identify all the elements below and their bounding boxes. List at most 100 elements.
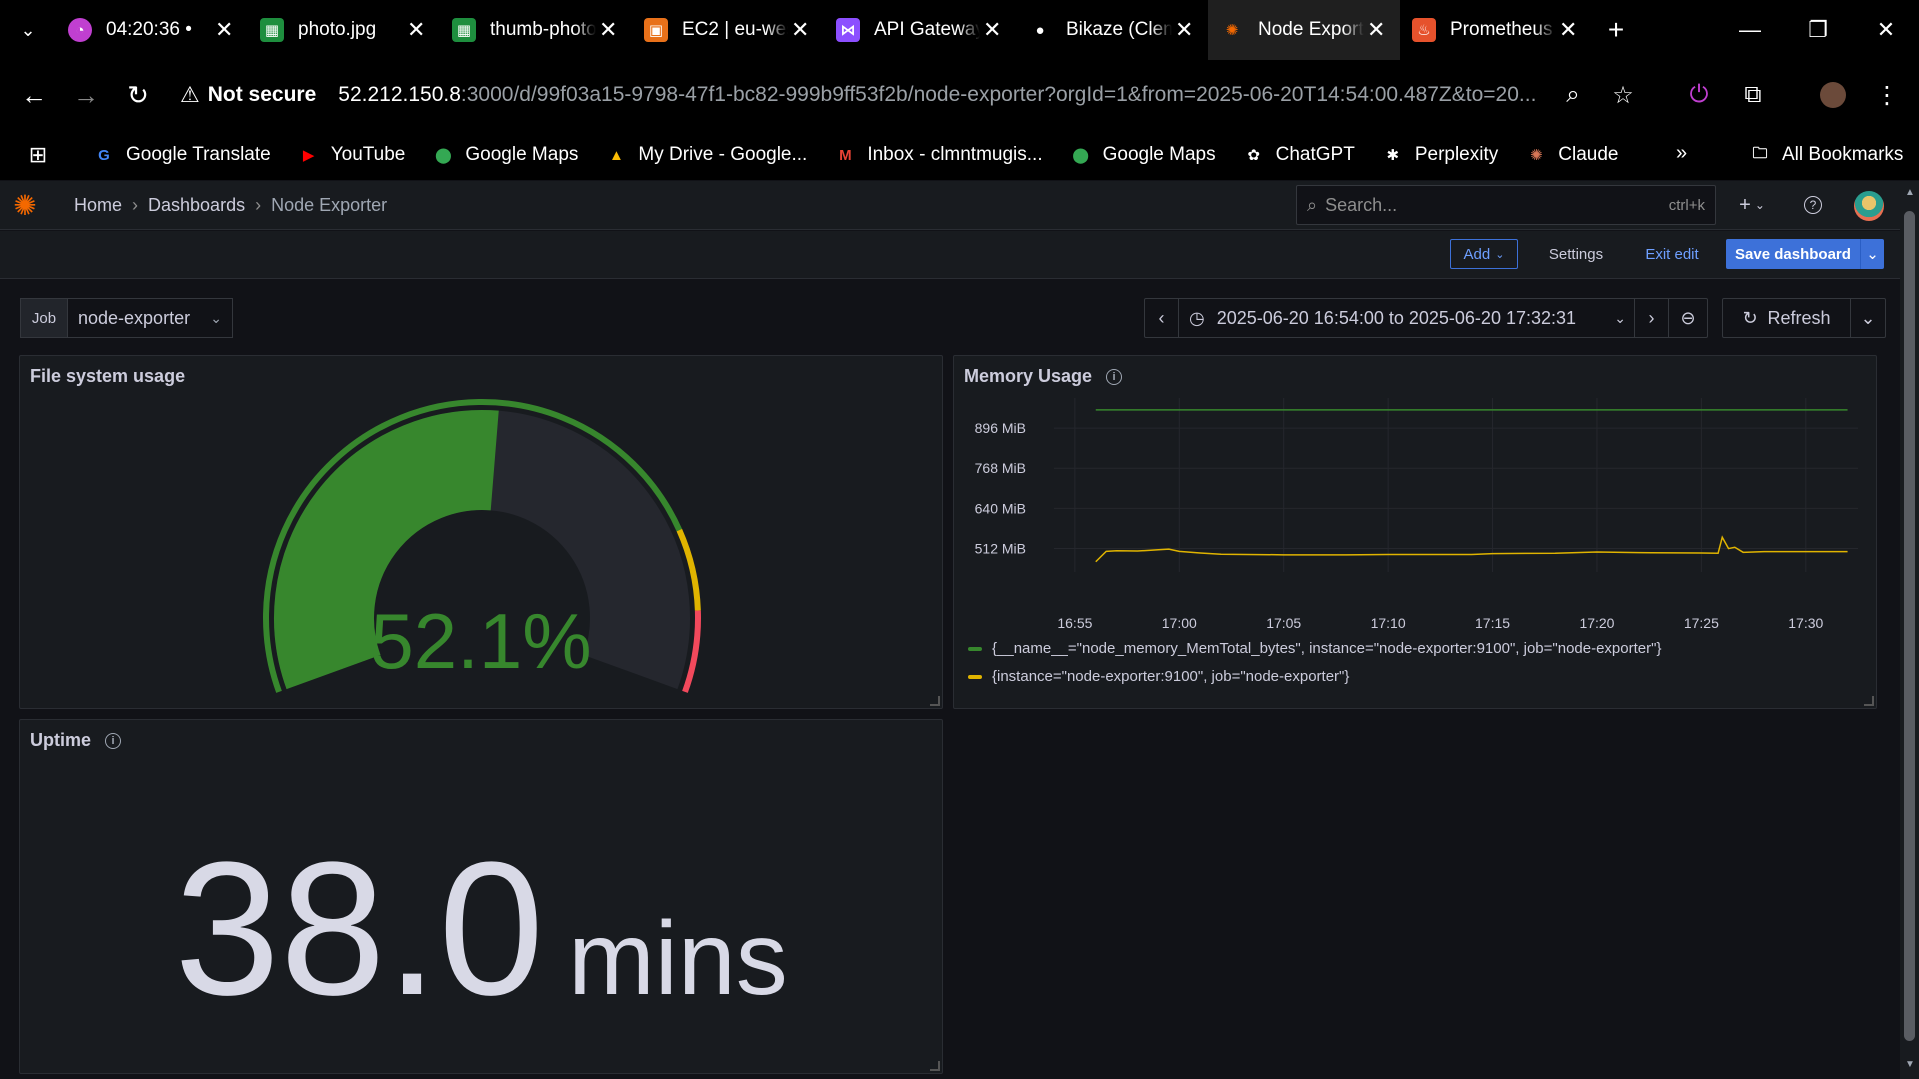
breadcrumb-home[interactable]: Home [74, 195, 122, 216]
minimize-icon[interactable]: — [1716, 0, 1784, 60]
scroll-up-icon[interactable]: ▲ [1905, 187, 1915, 198]
restore-icon[interactable]: ❐ [1784, 0, 1852, 60]
grafana-logo-icon[interactable]: ✺ [0, 181, 50, 230]
apps-grid-icon[interactable]: ⊞ [12, 129, 64, 181]
y-tick-label: 640 MiB [975, 500, 1026, 516]
tab-close-icon[interactable]: ✕ [1556, 17, 1580, 43]
browser-menu-icon[interactable]: ⋮ [1870, 78, 1904, 112]
aws-apigw-icon: ⋈ [836, 18, 860, 42]
uptime-value: 38.0 [174, 823, 545, 1035]
bookmark-item[interactable]: ⬤ Google Maps [431, 143, 578, 167]
scrollbar-thumb[interactable] [1904, 211, 1915, 1041]
refresh-button[interactable]: ↻ Refresh [1723, 299, 1851, 337]
bookmark-item[interactable]: ✺ Claude [1524, 143, 1619, 167]
job-variable-select[interactable]: node-exporter ⌄ [67, 298, 233, 338]
all-bookmarks-button[interactable]: 🗀 All Bookmarks [1748, 143, 1903, 167]
bookmark-label: Inbox - clmntmugis... [867, 144, 1043, 165]
refresh-icon: ↻ [1742, 307, 1758, 328]
bookmark-item[interactable]: G Google Translate [92, 143, 271, 167]
bookmark-item[interactable]: ⬤ Google Maps [1069, 143, 1216, 167]
bookmark-item[interactable]: M Inbox - clmntmugis... [833, 143, 1043, 167]
settings-button[interactable]: Settings [1534, 239, 1618, 269]
filesystem-usage-panel[interactable]: File system usage 52.1% [19, 355, 943, 709]
save-options-chevron-icon[interactable]: ⌄ [1860, 239, 1884, 269]
scroll-down-icon[interactable]: ▼ [1905, 1059, 1915, 1070]
tab-close-icon[interactable]: ✕ [596, 17, 620, 43]
breadcrumb-current: Node Exporter [271, 194, 388, 215]
address-bar[interactable]: ⚠ Not secure 52.212.150.8 :3000/d/99f03a… [180, 68, 1600, 122]
reload-icon[interactable]: ↻ [112, 69, 164, 121]
close-window-icon[interactable]: ✕ [1852, 0, 1919, 60]
back-icon[interactable]: ← [8, 69, 60, 121]
breadcrumb-dashboards[interactable]: Dashboards [148, 195, 245, 216]
github-icon: ● [1035, 21, 1045, 39]
google-maps-icon: ⬤ [434, 147, 452, 164]
save-dashboard-button[interactable]: Save dashboard ⌄ [1726, 239, 1884, 269]
new-tab-icon[interactable]: + [1592, 0, 1640, 60]
bookmark-item[interactable]: ✱ Perplexity [1381, 143, 1499, 167]
more-bookmarks-icon[interactable]: » [1676, 142, 1687, 165]
user-avatar[interactable] [1854, 191, 1884, 221]
browser-tab[interactable]: ▣ EC2 | eu-west✕ [632, 0, 824, 60]
zoom-icon[interactable]: ⌕ [1556, 78, 1590, 112]
warning-icon: ⚠ [180, 82, 200, 107]
bookmark-label: Claude [1558, 144, 1619, 165]
prometheus-icon: ♨ [1412, 18, 1436, 42]
time-shift-forward-icon[interactable]: › [1635, 299, 1669, 337]
profile-avatar-icon[interactable] [1816, 78, 1850, 112]
time-range-button[interactable]: ◷ 2025-06-20 16:54:00 to 2025-06-20 17:3… [1179, 299, 1635, 337]
browser-tab[interactable]: ◔ 04:20:36 • ✕ [56, 0, 248, 60]
resize-handle[interactable] [930, 1061, 940, 1071]
tab-title: Node Exporter [1258, 19, 1364, 40]
resize-handle[interactable] [930, 696, 940, 706]
time-shift-back-icon[interactable]: ‹ [1145, 299, 1179, 337]
legend-item[interactable]: {__name__="node_memory_MemTotal_bytes", … [968, 640, 1661, 657]
bookmark-item[interactable]: ▲ My Drive - Google... [604, 143, 807, 167]
browser-tab[interactable]: ♨ Prometheus ✕ [1400, 0, 1592, 60]
security-indicator[interactable]: ⚠ Not secure [180, 82, 316, 108]
memory-usage-panel[interactable]: Memory Usage i 16:55 17:00 17:05 17:10 17:15… [953, 355, 1877, 709]
bookmark-label: Google Maps [1102, 144, 1216, 165]
help-icon[interactable]: ? [1798, 189, 1828, 221]
tab-search-chevron-icon[interactable]: ⌄ [0, 0, 56, 60]
search-icon: ⌕ [1307, 194, 1318, 215]
add-button[interactable]: Add ⌄ [1450, 239, 1518, 269]
tab-close-icon[interactable]: ✕ [788, 17, 812, 43]
forward-icon[interactable]: → [60, 69, 112, 121]
zoom-out-icon[interactable]: ⊖ [1669, 299, 1707, 337]
info-icon[interactable]: i [105, 732, 122, 749]
legend-item[interactable]: {instance="node-exporter:9100", job="nod… [968, 668, 1349, 685]
browser-tab[interactable]: ⋈ API Gateway ✕ [824, 0, 1016, 60]
google-translate-icon: G [98, 146, 110, 164]
browser-tab[interactable]: ● Bikaze (Clement)✕ [1016, 0, 1208, 60]
bookmark-label: My Drive - Google... [638, 144, 808, 165]
tab-title: thumb-photo [490, 19, 597, 40]
x-tick-label: 17:20 [1579, 615, 1614, 631]
chatgpt-icon: ✿ [1247, 147, 1260, 164]
tab-close-icon[interactable]: ✕ [404, 17, 428, 43]
browser-tab[interactable]: ✺ Node Exporter✕ [1208, 0, 1400, 60]
bookmark-item[interactable]: ▶ YouTube [297, 143, 405, 167]
search-shortcut: ctrl+k [1668, 196, 1705, 214]
extensions-puzzle-icon[interactable]: ⧉ [1736, 78, 1770, 112]
chevron-down-icon: ⌄ [1614, 309, 1626, 326]
refresh-interval-chevron-icon[interactable]: ⌄ [1851, 299, 1885, 337]
new-plus-icon[interactable]: + ⌄ [1732, 189, 1772, 221]
browser-tab[interactable]: ▦ photo.jpg ✕ [248, 0, 440, 60]
tab-close-icon[interactable]: ✕ [212, 17, 236, 43]
page-scrollbar[interactable]: ▲ ▼ [1900, 181, 1919, 1079]
uptime-panel[interactable]: Uptime i 38.0 mins [19, 719, 943, 1074]
resize-handle[interactable] [1864, 696, 1874, 706]
extension-timer-icon[interactable]: ⏻ [1682, 78, 1716, 112]
bookmark-item[interactable]: ✿ ChatGPT [1242, 143, 1355, 167]
gauge-value: 52.1% [370, 597, 592, 685]
tab-close-icon[interactable]: ✕ [1364, 17, 1388, 43]
tab-close-icon[interactable]: ✕ [1172, 17, 1196, 43]
search-input[interactable]: ⌕ Search... ctrl+k [1296, 185, 1716, 225]
tab-close-icon[interactable]: ✕ [980, 17, 1004, 43]
exit-edit-button[interactable]: Exit edit [1634, 239, 1710, 269]
bookmark-star-icon[interactable]: ☆ [1606, 78, 1640, 112]
breadcrumb-separator-icon: › [132, 194, 139, 215]
tab-title: photo.jpg [298, 19, 377, 40]
browser-tab[interactable]: ▦ thumb-photo ✕ [440, 0, 632, 60]
